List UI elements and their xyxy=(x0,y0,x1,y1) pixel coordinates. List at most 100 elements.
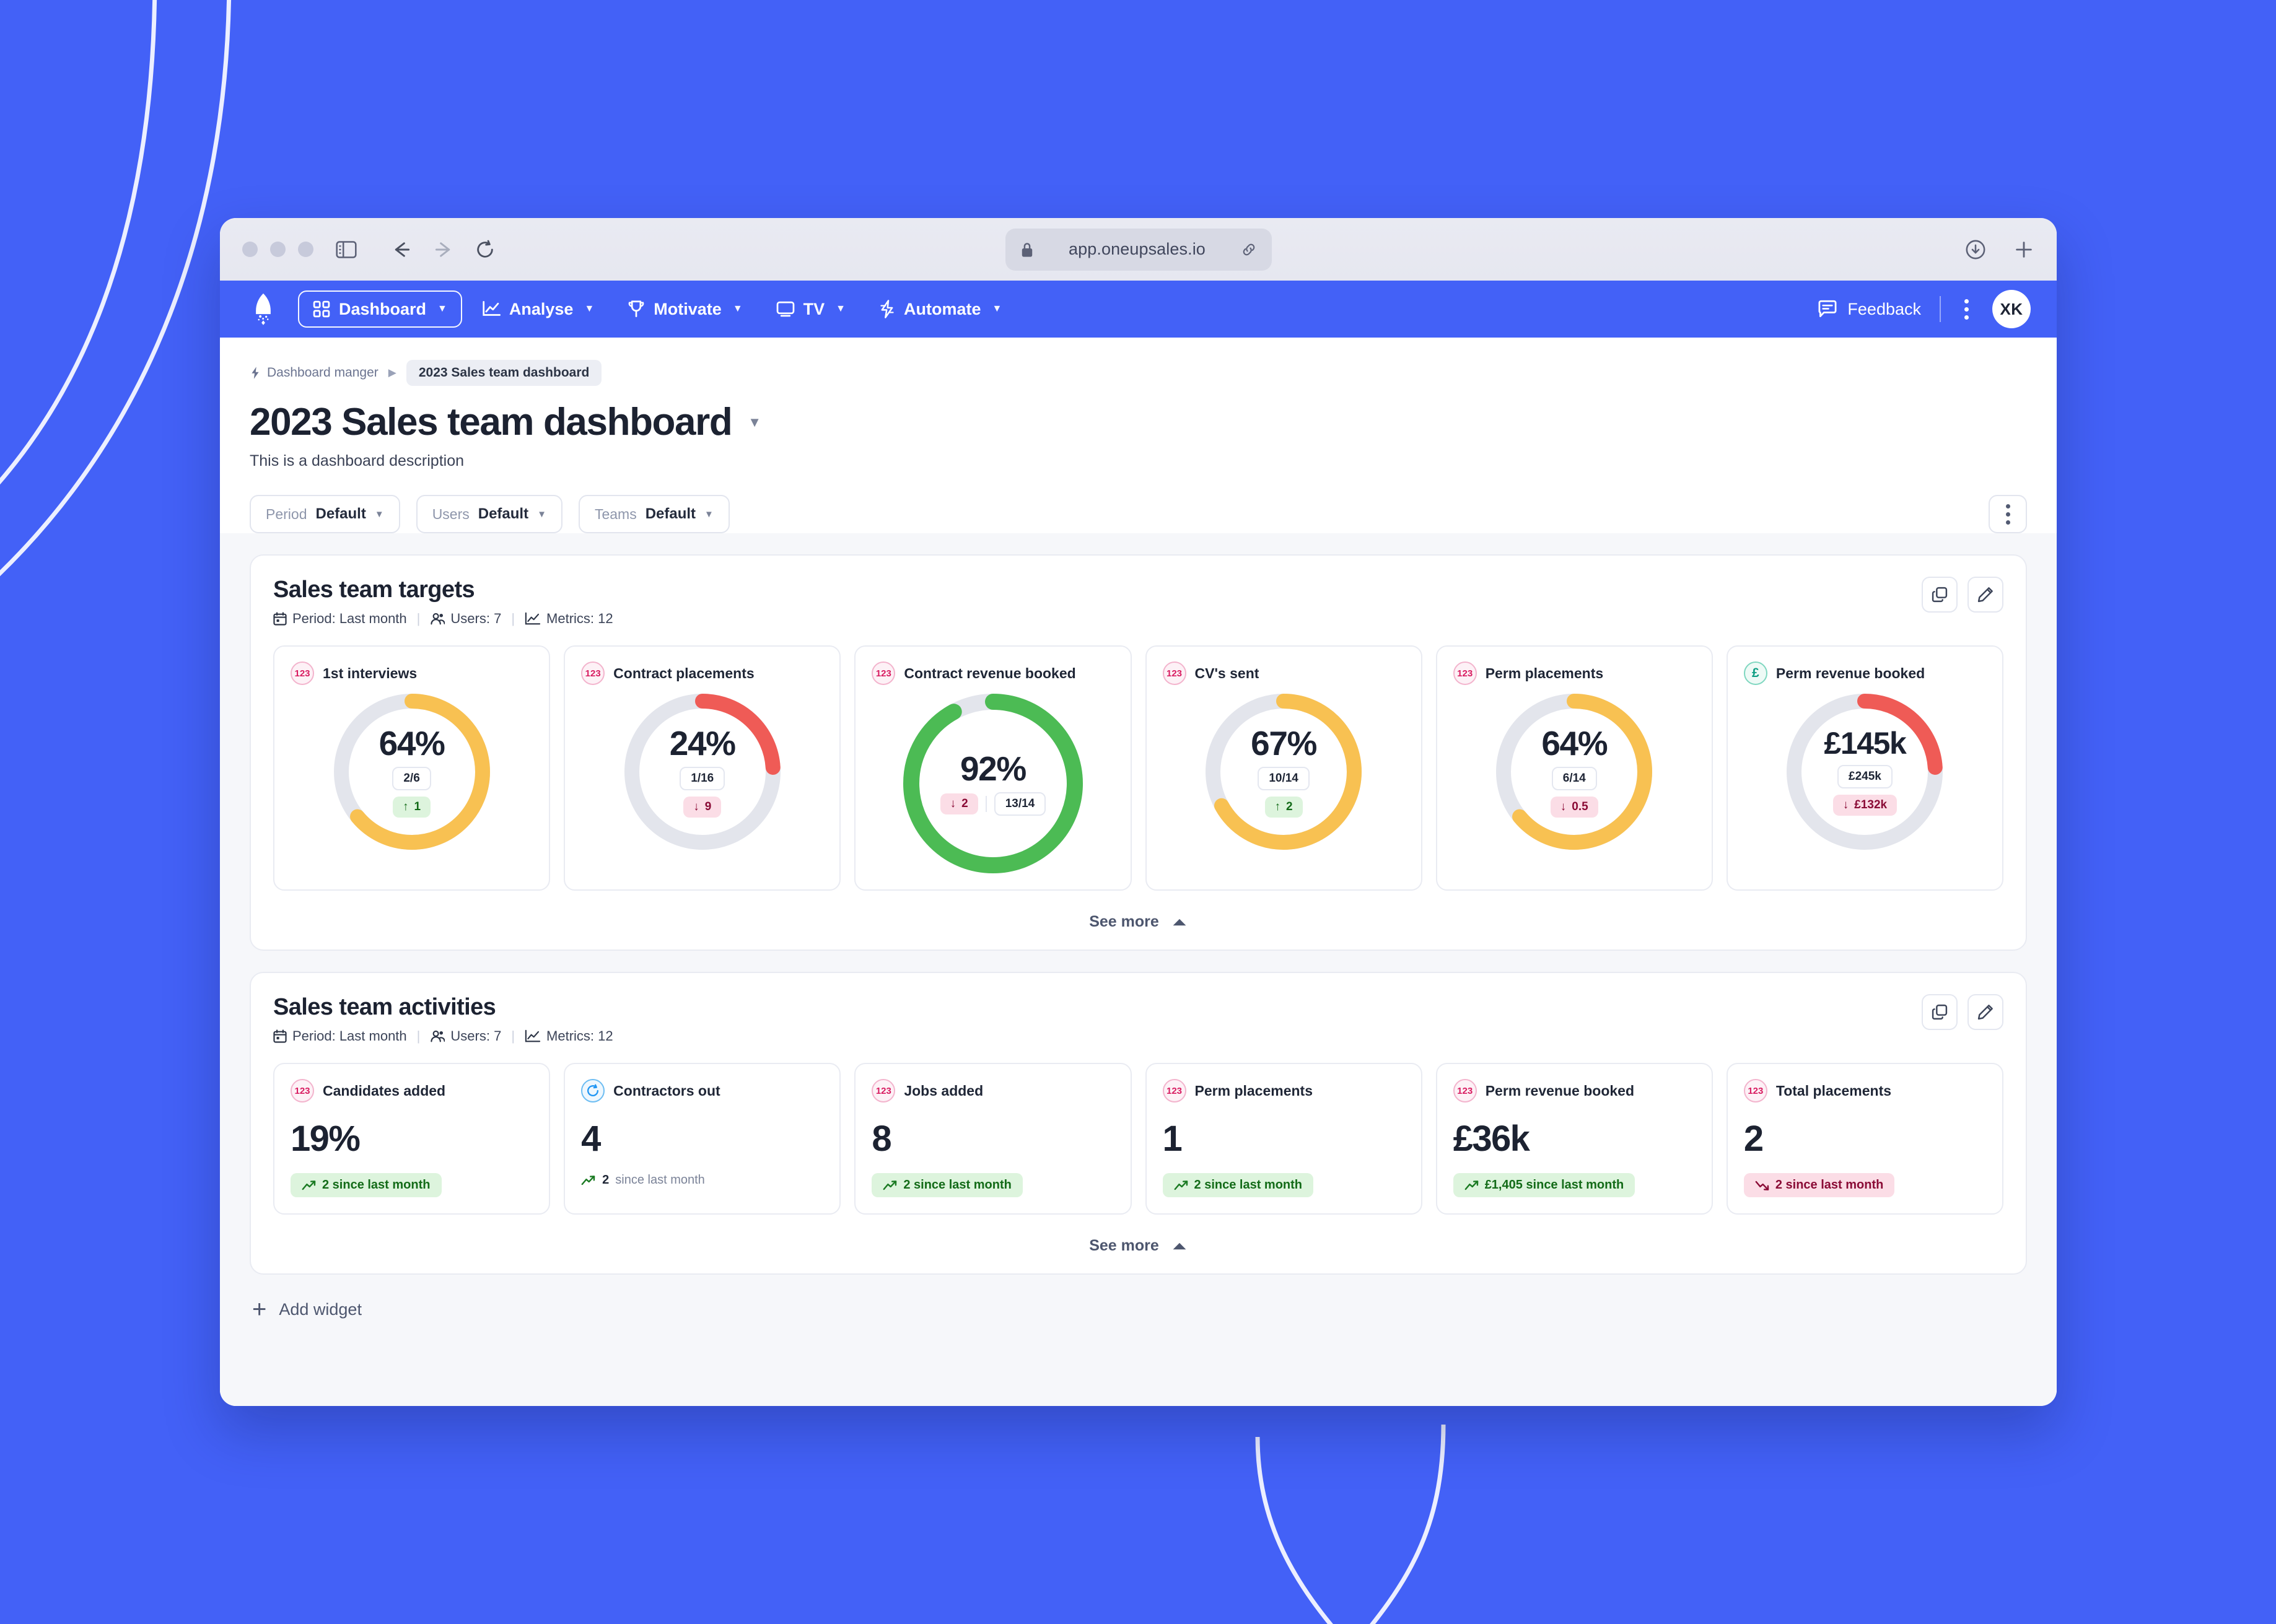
trend-up-pill: ↑ 1 xyxy=(393,796,431,818)
stat-value: 8 xyxy=(872,1119,891,1159)
duplicate-panel-button[interactable] xyxy=(1922,577,1958,613)
address-bar[interactable]: app.oneupsales.io xyxy=(1005,228,1272,271)
nav-item-label: Automate xyxy=(904,299,981,318)
activity-card[interactable]: 123 Jobs added 8 2 since last month xyxy=(854,1063,1132,1215)
donut-value: 24% xyxy=(669,723,736,762)
card-pill-row: ↓ 0.5 xyxy=(1550,796,1598,818)
chevron-down-icon: ▼ xyxy=(704,509,714,520)
activity-card[interactable]: 123 Perm placements 1 2 since last month xyxy=(1145,1063,1422,1215)
currency-metric-icon: £ xyxy=(1743,661,1767,686)
duplicate-panel-button[interactable] xyxy=(1922,994,1958,1031)
number-metric-icon: 123 xyxy=(1743,1079,1767,1103)
target-card[interactable]: 123 Contract placements 24% 1/16 ↓ 9 xyxy=(564,645,841,891)
dashboard-options-button[interactable] xyxy=(1989,495,2027,534)
nav-item-automate[interactable]: Automate ▼ xyxy=(865,290,1015,328)
browser-chrome: app.oneupsales.io xyxy=(220,218,2057,281)
target-pill: 6/14 xyxy=(1551,766,1597,790)
panel-sales-team-activities: Sales team activities Period: Last month… xyxy=(250,972,2027,1275)
activity-card[interactable]: 123 Perm revenue booked £36k £1,405 since l… xyxy=(1435,1063,1713,1215)
close-window-dot[interactable] xyxy=(242,242,258,257)
target-card[interactable]: 123 Perm placements 64% 6/14 ↓ 0.5 xyxy=(1435,645,1713,891)
sidebar-toggle-icon[interactable] xyxy=(336,240,357,259)
card-title: Perm revenue booked xyxy=(1485,1082,1634,1099)
link-icon[interactable] xyxy=(1241,242,1257,258)
number-metric-icon: 123 xyxy=(1453,661,1477,686)
minimize-window-dot[interactable] xyxy=(270,242,286,257)
add-widget-button[interactable]: + Add widget xyxy=(250,1296,2027,1344)
feedback-button[interactable]: Feedback xyxy=(1818,300,1921,319)
number-metric-icon: 123 xyxy=(872,661,896,686)
panel-sales-team-targets: Sales team targets Period: Last month | xyxy=(250,554,2027,951)
number-metric-icon: 123 xyxy=(291,661,314,686)
trend-up-pill: ↑ 2 xyxy=(1264,796,1303,818)
filter-teams[interactable]: Teams Default ▼ xyxy=(578,495,730,534)
card-title: Candidates added xyxy=(323,1082,446,1099)
rocket-logo-icon[interactable] xyxy=(246,292,281,326)
nav-item-tv[interactable]: TV ▼ xyxy=(763,290,859,328)
filter-period[interactable]: Period Default ▼ xyxy=(250,495,400,534)
users-icon xyxy=(430,612,445,626)
edit-panel-button[interactable] xyxy=(1967,577,2003,613)
back-icon[interactable] xyxy=(390,240,413,260)
new-tab-icon[interactable] xyxy=(2013,239,2034,260)
trend-text: 2 since last month xyxy=(903,1178,1012,1192)
window-traffic-lights[interactable] xyxy=(242,242,313,257)
download-icon[interactable] xyxy=(1965,239,1986,260)
copy-icon xyxy=(1932,587,1948,603)
target-pill: 2/6 xyxy=(392,766,431,790)
trend-up-icon xyxy=(1174,1180,1189,1191)
activity-card[interactable]: 123 Total placements 2 2 since last month xyxy=(1726,1063,2004,1215)
donut-chart-wrap: 24% 1/16 ↓ 9 xyxy=(581,694,823,850)
card-pill-row: 10/14 xyxy=(1258,766,1310,790)
see-more-activities[interactable]: See more xyxy=(273,1220,2003,1273)
more-options-icon[interactable] xyxy=(1959,294,1974,325)
card-header: £ Perm revenue booked xyxy=(1743,661,1986,686)
donut-value: £145k xyxy=(1824,726,1906,761)
trend-up-pill: 2 since last month xyxy=(291,1173,442,1198)
trend-down-pill: ↓ 2 xyxy=(940,793,978,814)
nav-item-dashboard[interactable]: Dashboard ▼ xyxy=(298,290,462,328)
title-dropdown-icon[interactable]: ▼ xyxy=(748,414,761,430)
breadcrumb-parent[interactable]: Dashboard manger xyxy=(250,365,379,380)
trend-down-pill: ↓ 9 xyxy=(683,796,722,818)
maximize-window-dot[interactable] xyxy=(298,242,313,257)
forward-icon[interactable] xyxy=(432,240,455,260)
target-card[interactable]: 123 CV's sent 67% 10/14 ↑ 2 xyxy=(1145,645,1422,891)
chart-line-icon xyxy=(525,612,541,626)
pill-divider xyxy=(985,795,987,812)
card-pill-row: ↓ £132k xyxy=(1832,795,1897,816)
donut-chart: £145k £245k ↓ £132k xyxy=(1787,694,1943,850)
target-card[interactable]: £ Perm revenue booked £145k £245k ↓ £132k xyxy=(1726,645,2004,891)
card-title: Perm revenue booked xyxy=(1775,665,1925,681)
pill-value: 2 xyxy=(961,797,968,810)
activity-card[interactable]: Contractors out 4 2 since last month xyxy=(564,1063,841,1215)
trend-up-icon xyxy=(581,1175,596,1186)
pencil-icon xyxy=(1977,1004,1994,1020)
see-more-targets[interactable]: See more xyxy=(273,896,2003,950)
browser-window: app.oneupsales.io Dashboard ▼ Analyse ▼ … xyxy=(220,218,2057,1406)
target-pill: 10/14 xyxy=(1258,766,1310,790)
card-header: 123 Jobs added xyxy=(872,1079,1114,1103)
reload-icon[interactable] xyxy=(475,239,496,260)
avatar[interactable]: XK xyxy=(1992,290,2031,328)
nav-divider xyxy=(1940,296,1941,322)
activity-card[interactable]: 123 Candidates added 19% 2 since last month xyxy=(273,1063,551,1215)
filter-users[interactable]: Users Default ▼ xyxy=(416,495,562,534)
donut-chart: 24% 1/16 ↓ 9 xyxy=(624,694,781,850)
card-header: 123 Perm placements xyxy=(1453,661,1696,686)
nav-item-analyse[interactable]: Analyse ▼ xyxy=(468,290,608,328)
donut-value: 92% xyxy=(960,749,1026,788)
donut-center: 92% ↓ 2 13/14 xyxy=(903,694,1083,873)
stat-value: 4 xyxy=(581,1119,601,1159)
card-title: Contractors out xyxy=(613,1082,720,1099)
edit-panel-button[interactable] xyxy=(1967,994,2003,1031)
donut-chart-wrap: 64% 6/14 ↓ 0.5 xyxy=(1453,694,1696,850)
pencil-icon xyxy=(1977,587,1994,603)
card-title: Contract placements xyxy=(613,665,755,681)
nav-item-motivate[interactable]: Motivate ▼ xyxy=(614,290,756,328)
target-card[interactable]: 123 1st interviews 64% 2/6 ↑ 1 xyxy=(273,645,551,891)
arrow-up-icon: ↑ xyxy=(403,800,409,813)
card-header: 123 Perm placements xyxy=(1162,1079,1405,1103)
target-card[interactable]: 123 Contract revenue booked 92% ↓ 2 13/14 xyxy=(854,645,1132,891)
card-title: Perm placements xyxy=(1485,665,1604,681)
